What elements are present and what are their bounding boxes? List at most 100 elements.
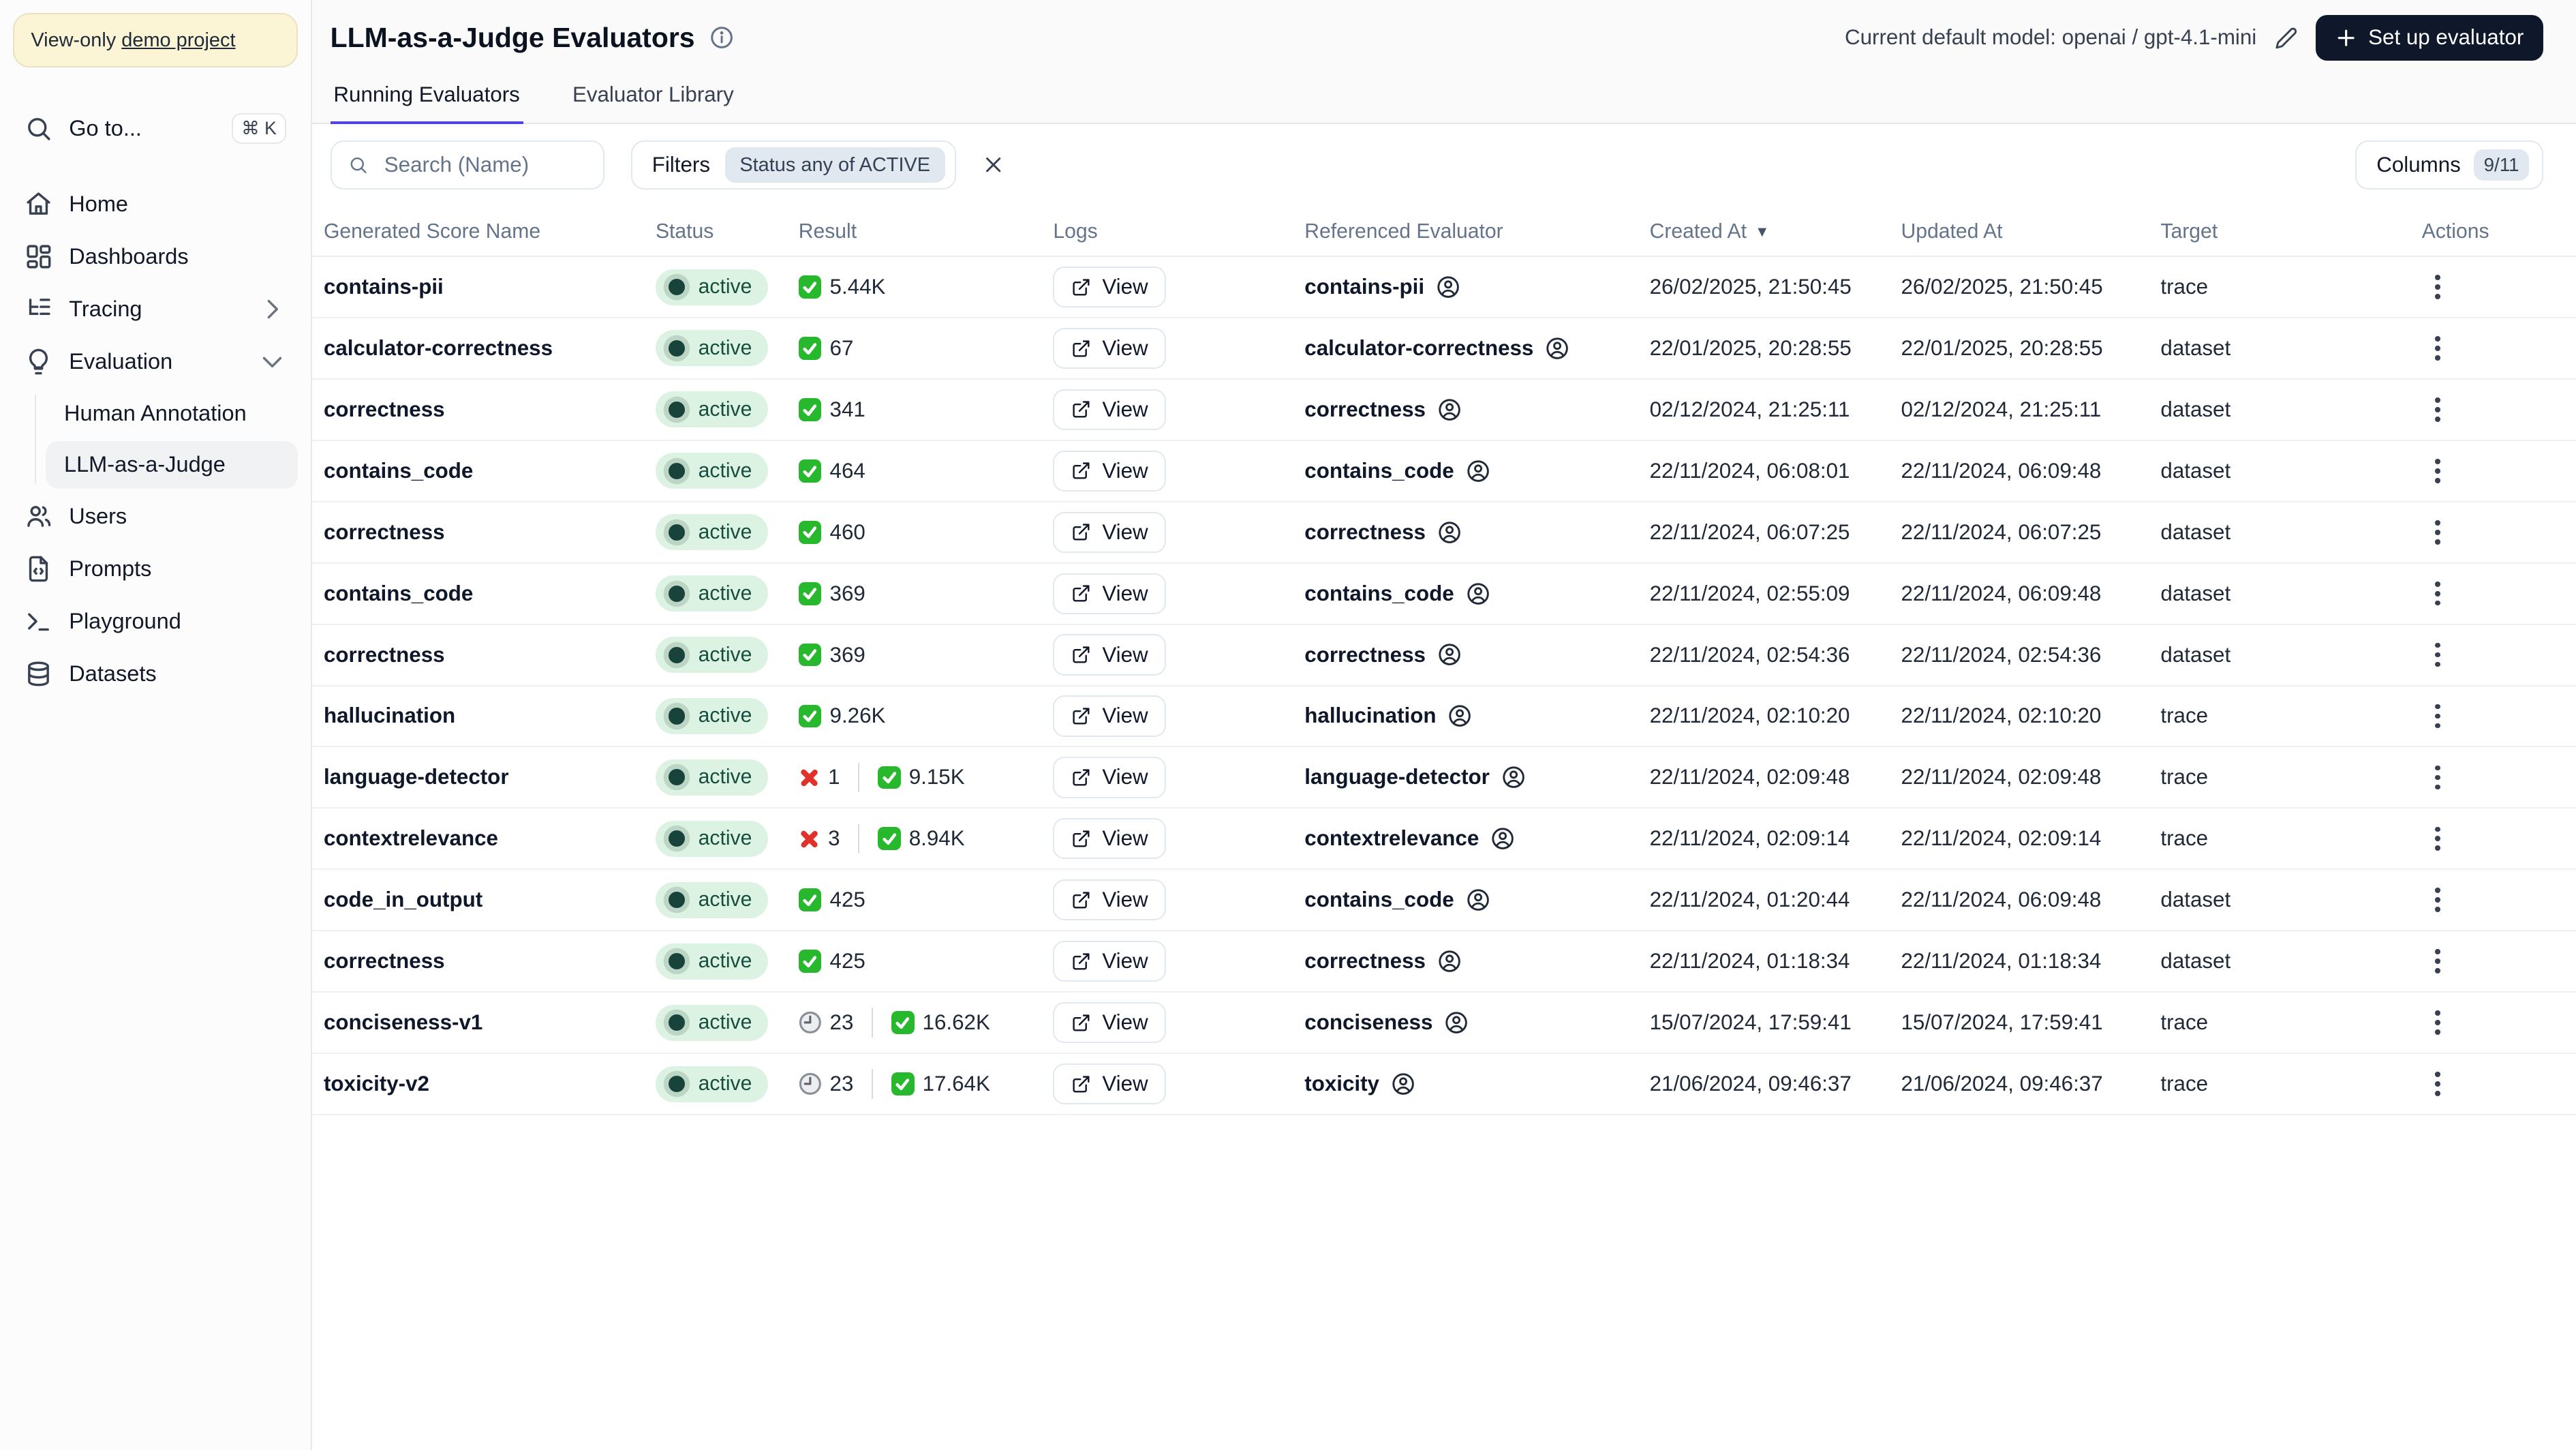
status-label: active (698, 581, 752, 605)
row-actions-kebab-icon[interactable] (2422, 327, 2453, 371)
table-header-row: Generated Score Name Status Result Logs … (312, 208, 2576, 258)
sidebar-item-dashboards[interactable]: Dashboards (13, 232, 298, 282)
clear-filters-button[interactable] (976, 148, 1011, 183)
tab-running-evaluators[interactable]: Running Evaluators (330, 76, 523, 125)
filters-button[interactable]: Filters Status any of ACTIVE (630, 140, 957, 190)
status-dot-icon (669, 1075, 686, 1093)
row-actions-kebab-icon[interactable] (2422, 755, 2453, 800)
view-logs-button[interactable]: View (1053, 511, 1166, 553)
status-badge: active (655, 575, 769, 612)
sidebar-item-playground[interactable]: Playground (13, 597, 298, 646)
created-at: 26/02/2025, 21:50:45 (1649, 275, 1852, 299)
sidebar-item-llm-as-a-judge[interactable]: LLM-as-a-Judge (46, 440, 298, 489)
row-actions-kebab-icon[interactable] (2422, 878, 2453, 922)
view-logs-button[interactable]: View (1053, 695, 1166, 737)
view-logs-button[interactable]: View (1053, 1001, 1166, 1044)
view-logs-button[interactable]: View (1053, 450, 1166, 492)
row-actions-kebab-icon[interactable] (2422, 1001, 2453, 1045)
created-at: 22/11/2024, 06:08:01 (1649, 458, 1850, 483)
search-input[interactable] (380, 151, 587, 179)
column-header-status: Status (655, 220, 714, 243)
table-row: correctness active 369 View correctness (312, 625, 2576, 686)
column-header-referenced-evaluator: Referenced Evaluator (1304, 220, 1503, 243)
status-label: active (698, 766, 752, 789)
target: trace (2160, 704, 2209, 728)
view-logs-button[interactable]: View (1053, 389, 1166, 431)
tab-evaluator-library[interactable]: Evaluator Library (569, 76, 737, 124)
view-logs-button[interactable]: View (1053, 757, 1166, 798)
sidebar-item-users[interactable]: Users (13, 492, 298, 541)
created-at: 22/11/2024, 02:54:36 (1649, 642, 1850, 667)
external-link-icon (1072, 708, 1090, 725)
view-logs-button[interactable]: View (1053, 879, 1166, 921)
target: trace (2160, 275, 2209, 299)
target: dataset (2160, 397, 2231, 421)
sidebar-item-prompts[interactable]: Prompts (13, 545, 298, 594)
database-icon (28, 662, 50, 686)
row-actions-kebab-icon[interactable] (2422, 1062, 2453, 1106)
setup-evaluator-button[interactable]: Set up evaluator (2316, 14, 2544, 61)
close-icon (985, 157, 1001, 172)
status-label: active (698, 827, 752, 850)
user-circle-icon (1546, 337, 1569, 359)
row-actions-kebab-icon[interactable] (2422, 449, 2453, 494)
result-cell: 5.44K (798, 275, 1054, 299)
view-logs-button[interactable]: View (1053, 573, 1166, 614)
status-badge: active (655, 759, 769, 796)
user-circle-icon (1439, 399, 1460, 421)
result-cell: 23 17.64K (799, 1069, 1054, 1099)
referenced-evaluator-name: contains_code (1304, 458, 1454, 483)
sidebar-item-home[interactable]: Home (13, 179, 298, 228)
sidebar-item-goto[interactable]: Go to... ⌘ K (13, 104, 298, 153)
view-logs-button[interactable]: View (1053, 1063, 1166, 1105)
row-actions-kebab-icon[interactable] (2422, 694, 2453, 738)
view-logs-button[interactable]: View (1053, 634, 1166, 676)
success-count: 9.26K (829, 704, 886, 728)
columns-button[interactable]: Columns 9/11 (2355, 140, 2544, 190)
referenced-evaluator-cell: calculator-correctness (1304, 336, 1649, 361)
row-actions-kebab-icon[interactable] (2422, 265, 2453, 309)
row-actions-kebab-icon[interactable] (2422, 633, 2453, 677)
table-row: contextrelevance active 3 8.94K View con… (312, 809, 2576, 871)
row-actions-kebab-icon[interactable] (2422, 510, 2453, 554)
referenced-evaluator-name: hallucination (1304, 704, 1437, 728)
success-count: 425 (829, 949, 865, 973)
sidebar-item-label: Users (69, 504, 127, 529)
user-circle-icon (1467, 582, 1489, 605)
row-actions-kebab-icon[interactable] (2422, 939, 2453, 984)
created-at: 22/01/2025, 20:28:55 (1649, 335, 1852, 360)
row-actions-kebab-icon[interactable] (2422, 817, 2453, 861)
sidebar-item-human-annotation[interactable]: Human Annotation (46, 390, 297, 438)
sidebar-item-label: Prompts (69, 556, 152, 581)
row-actions-kebab-icon[interactable] (2422, 388, 2453, 432)
result-pending: 23 (799, 1010, 853, 1035)
sidebar-item-datasets[interactable]: Datasets (13, 650, 298, 699)
referenced-evaluator-name: contains-pii (1304, 275, 1425, 299)
edit-model-button[interactable] (2271, 23, 2301, 52)
view-only-banner: View-only demo project (13, 13, 298, 68)
status-label: active (698, 1072, 752, 1096)
view-logs-button[interactable]: View (1053, 818, 1166, 860)
updated-at: 22/01/2025, 20:28:55 (1901, 335, 2103, 360)
sidebar-item-evaluation[interactable]: Evaluation (13, 337, 298, 387)
demo-project-link[interactable]: demo project (121, 29, 235, 51)
row-actions-kebab-icon[interactable] (2422, 571, 2453, 616)
status-dot-icon (669, 708, 686, 725)
view-button-label: View (1102, 888, 1148, 912)
status-label: active (698, 336, 752, 359)
info-icon[interactable] (709, 25, 734, 50)
sidebar-item-tracing[interactable]: Tracing (13, 285, 298, 334)
column-header-created-at[interactable]: Created At ▼ (1650, 220, 1901, 243)
referenced-evaluator-cell: contains_code (1304, 581, 1649, 606)
result-cell: 3 8.94K (799, 824, 1054, 854)
view-logs-button[interactable]: View (1053, 266, 1166, 308)
view-logs-button[interactable]: View (1053, 941, 1166, 982)
default-model-label: Current default model: openai / gpt-4.1-… (1845, 25, 2257, 50)
success-count: 67 (829, 335, 854, 360)
view-logs-button[interactable]: View (1053, 327, 1166, 369)
target: trace (2160, 826, 2209, 851)
status-dot-icon (669, 830, 686, 847)
success-check-icon (798, 704, 822, 728)
dashboards-icon (27, 245, 51, 269)
referenced-evaluator-name: toxicity (1304, 1072, 1379, 1096)
